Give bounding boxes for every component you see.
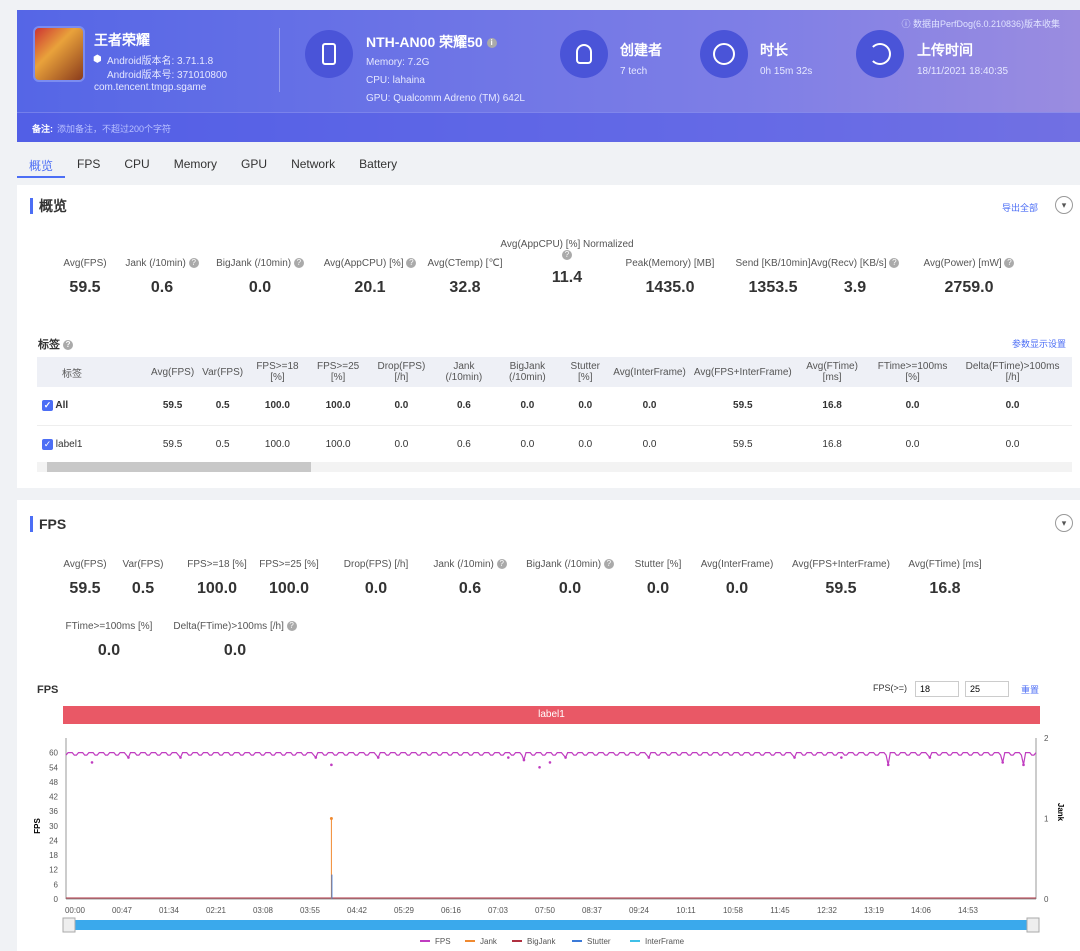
- y-tick-label: 12: [49, 866, 58, 875]
- x-tick-label: 09:24: [629, 906, 650, 915]
- x-tick-label: 13:19: [864, 906, 885, 915]
- y-tick-label: 18: [49, 851, 58, 860]
- x-tick-label: 06:16: [441, 906, 462, 915]
- y-tick-label: 42: [49, 793, 58, 802]
- x-tick-label: 04:42: [347, 906, 368, 915]
- legend-item-fps[interactable]: FPS: [435, 937, 451, 946]
- x-tick-label: 02:21: [206, 906, 227, 915]
- x-tick-label: 11:45: [770, 906, 790, 915]
- fps-dip-point: [548, 761, 552, 764]
- fps-dip-point: [886, 763, 890, 767]
- fps-dip-point: [90, 761, 94, 764]
- legend-item-interframe[interactable]: InterFrame: [645, 937, 685, 946]
- y-tick-label: 24: [49, 836, 58, 845]
- x-tick-label: 10:11: [676, 906, 696, 915]
- x-tick-label: 10:58: [723, 906, 744, 915]
- y-tick-label: 0: [54, 895, 59, 904]
- fps-dip-point: [538, 765, 541, 769]
- fps-dip-point: [330, 763, 333, 767]
- legend-item-stutter[interactable]: Stutter: [587, 937, 611, 946]
- fps-dip-point: [793, 756, 796, 759]
- y-tick-label: 30: [49, 822, 58, 831]
- fps-dip-point: [928, 756, 932, 759]
- fps-dip-point: [564, 756, 567, 759]
- fps-dip-point: [1001, 761, 1004, 764]
- y-tick-label: 60: [49, 749, 58, 758]
- fps-dip-point: [127, 756, 130, 759]
- x-tick-label: 03:55: [300, 906, 321, 915]
- y-tick-label: 36: [49, 807, 58, 816]
- legend-item-bigjank[interactable]: BigJank: [527, 937, 556, 946]
- y-tick-label: 48: [49, 778, 58, 787]
- x-tick-label: 12:32: [817, 906, 838, 915]
- fps-dip-point: [1022, 763, 1025, 767]
- slider-handle-left[interactable]: [62, 917, 76, 933]
- x-tick-label: 00:47: [112, 906, 133, 915]
- fps-dip-point: [647, 756, 651, 759]
- y-tick-label: 6: [54, 880, 59, 889]
- fps-chart: 0612182430364248546001200:00 00:47 01:34 02…: [33, 734, 1065, 946]
- x-tick-label: 01:34: [159, 906, 180, 915]
- y-tick-label: 54: [49, 763, 58, 772]
- y2-tick-label: 1: [1044, 815, 1049, 824]
- jank-point: [329, 817, 333, 820]
- x-tick-label: 07:50: [535, 906, 556, 915]
- x-tick-label: 07:03: [488, 906, 509, 915]
- legend-item-jank[interactable]: Jank: [480, 937, 498, 946]
- fps-dip-point: [376, 756, 380, 759]
- y2-axis-title: Jank: [1056, 803, 1065, 822]
- fps-dip-point: [314, 756, 318, 759]
- slider-handle-right[interactable]: [1026, 917, 1040, 933]
- x-tick-label: 14:53: [958, 906, 979, 915]
- fps-dip-point: [179, 756, 182, 759]
- fps-dip-point: [507, 756, 510, 759]
- fps-dip-point: [840, 756, 843, 759]
- x-tick-label: 00:00: [65, 906, 86, 915]
- x-tick-label: 14:06: [911, 906, 932, 915]
- y-axis-title: FPS: [33, 818, 42, 834]
- x-tick-label: 05:29: [394, 906, 415, 915]
- y2-tick-label: 0: [1044, 895, 1049, 904]
- x-tick-label: 03:08: [253, 906, 274, 915]
- time-range-slider[interactable]: [66, 920, 1036, 930]
- x-tick-label: 08:37: [582, 906, 603, 915]
- fps-dip-point: [522, 758, 526, 762]
- y2-tick-label: 2: [1044, 734, 1049, 743]
